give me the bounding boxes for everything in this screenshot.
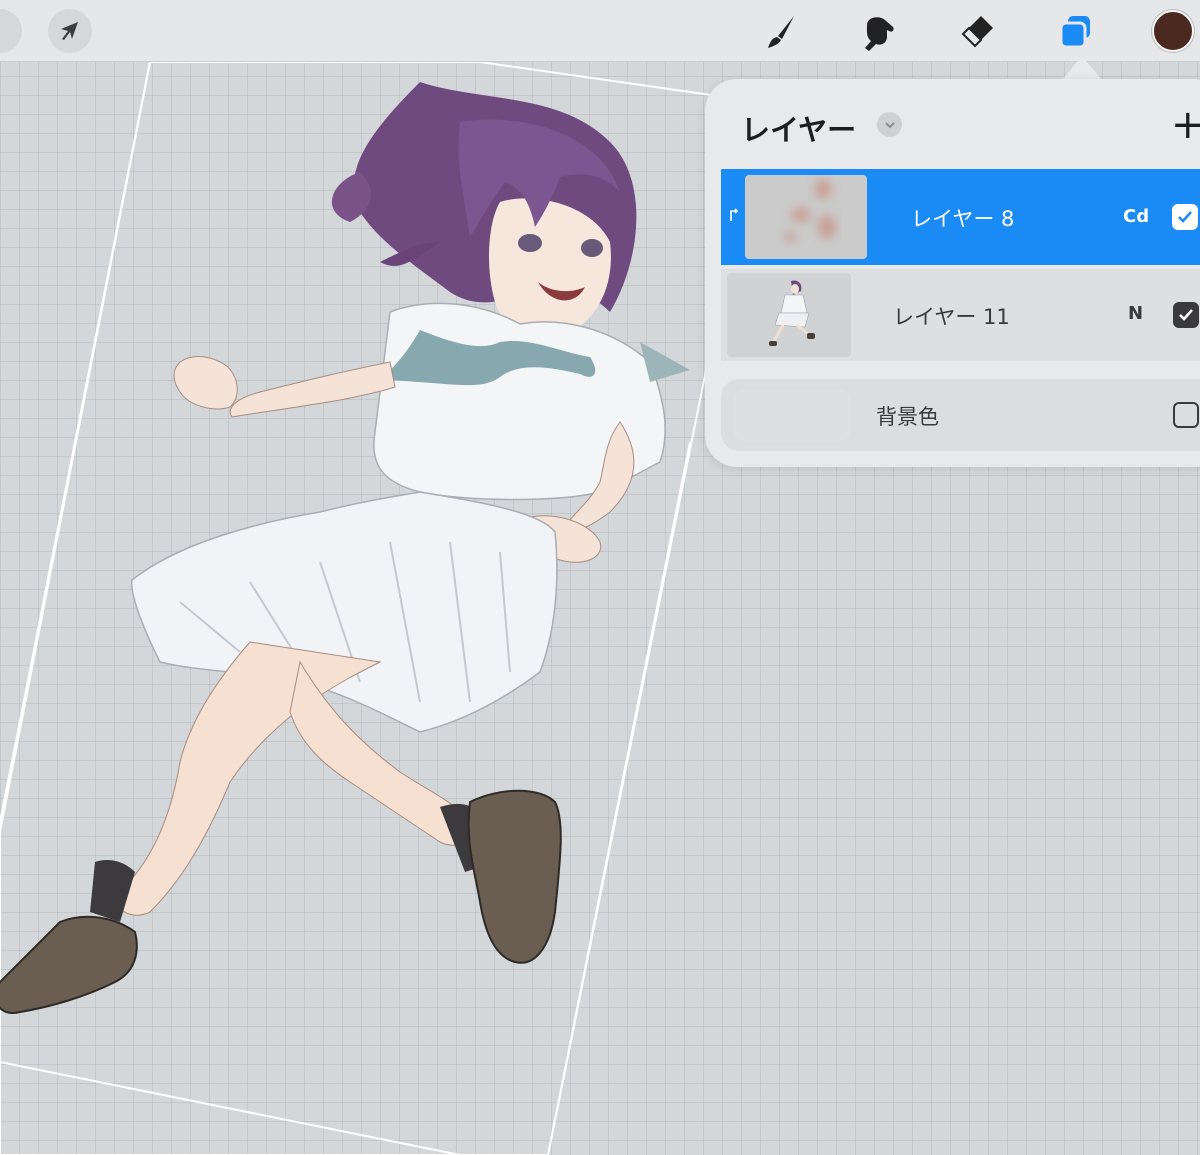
layer-visibility-checkbox[interactable] [1172, 204, 1198, 230]
layer-thumbnail [727, 273, 851, 357]
title-chevron-icon[interactable] [877, 112, 902, 137]
layers-tool-button[interactable] [1051, 8, 1099, 56]
layer-thumbnail [745, 175, 867, 259]
layer-name: レイヤー 8 [911, 207, 1015, 231]
layers-icon [1059, 16, 1090, 49]
clipping-mask-icon [730, 208, 739, 221]
layer-visibility-checkbox[interactable] [1173, 302, 1199, 328]
color-swatch-button[interactable] [1152, 10, 1194, 52]
smudge-icon [865, 17, 894, 51]
smudge-tool-button[interactable] [854, 8, 902, 56]
top-toolbar [0, 0, 1200, 62]
background-color-row[interactable]: 背景色 [721, 379, 1200, 451]
background-visibility-checkbox[interactable] [1173, 402, 1199, 428]
checkmark-icon [1178, 211, 1192, 223]
layer-name: レイヤー 11 [893, 305, 1010, 329]
layers-panel: レイヤー + レイヤー 8 Cd レイヤー 11 N 背景色 [705, 79, 1200, 467]
transform-button[interactable] [48, 9, 92, 53]
checkmark-icon [1179, 309, 1193, 321]
background-thumbnail [733, 389, 851, 441]
add-layer-button[interactable]: + [1171, 105, 1200, 145]
brush-tool-button[interactable] [756, 8, 804, 56]
background-color-label: 背景色 [876, 405, 939, 429]
actions-button[interactable] [0, 9, 22, 53]
blend-mode-label[interactable]: Cd [1123, 206, 1149, 227]
arrow-cursor-icon [61, 22, 78, 40]
brush-icon [768, 16, 794, 48]
eraser-icon [961, 16, 993, 48]
popover-arrow [1062, 56, 1102, 80]
blend-mode-label[interactable]: N [1128, 303, 1143, 324]
layer-row[interactable]: レイヤー 11 N [721, 269, 1200, 361]
eraser-tool-button[interactable] [953, 8, 1001, 56]
layers-panel-title: レイヤー [741, 113, 857, 147]
layer-row-selected[interactable]: レイヤー 8 Cd [721, 169, 1200, 265]
